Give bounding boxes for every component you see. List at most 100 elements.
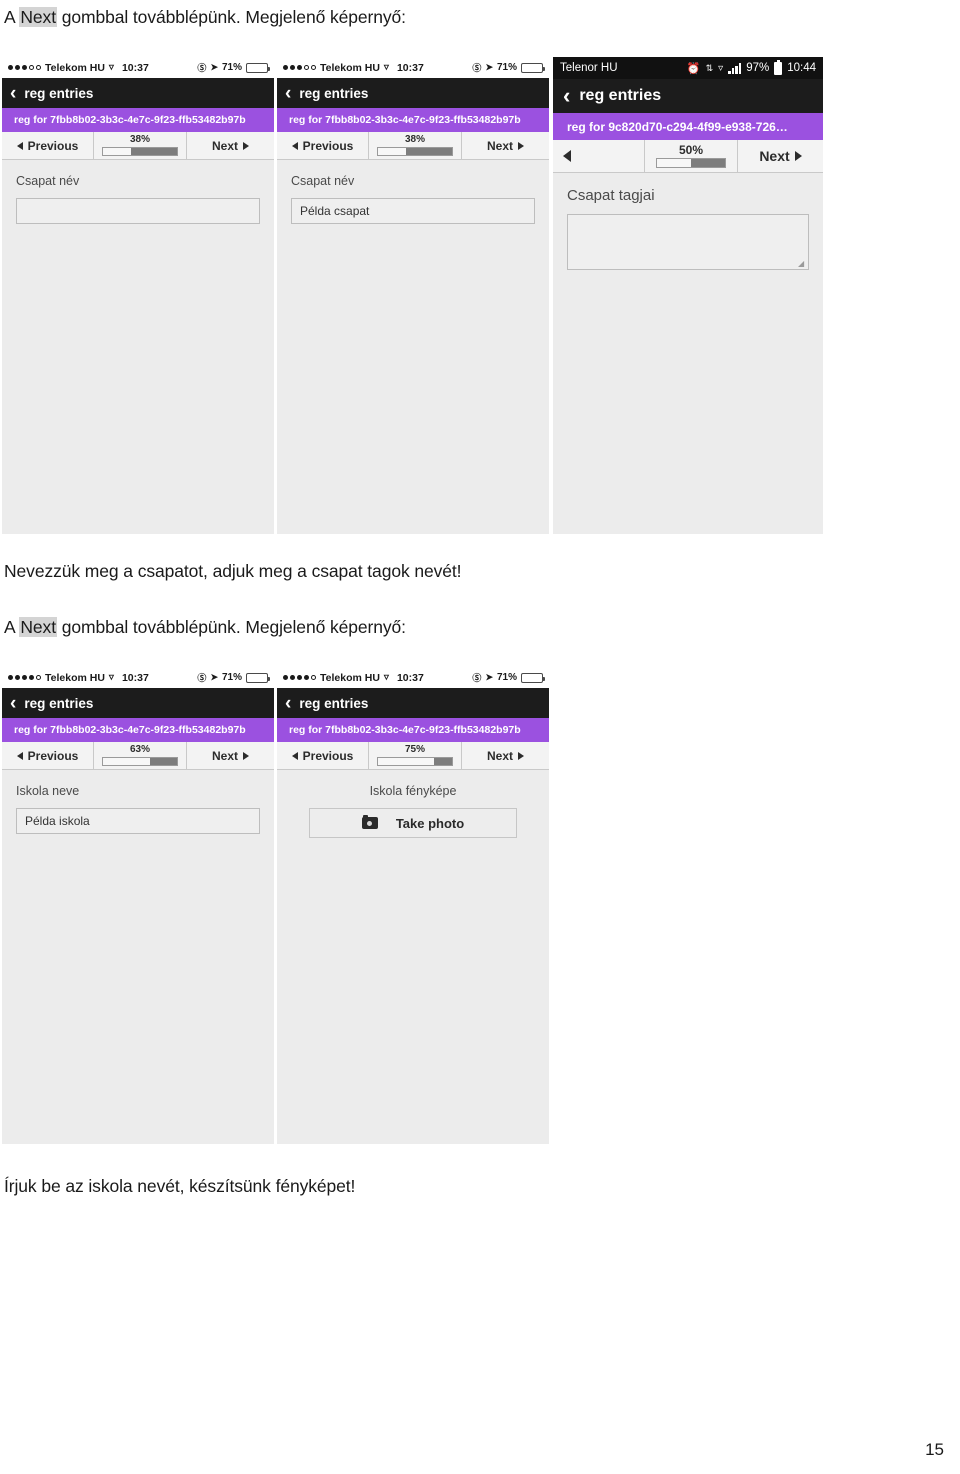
field-label: Iskola neve (16, 784, 80, 798)
app-navbar: ‹ reg entries (2, 688, 274, 718)
back-button[interactable]: ‹ (563, 85, 570, 107)
wifi-icon: ▿ (108, 672, 114, 683)
clock-label: 10:44 (787, 62, 816, 74)
app-navbar: ‹ reg entries (277, 78, 549, 108)
previous-button[interactable] (553, 140, 645, 172)
status-bar: Telekom HU ▿ 10:37 Ⓢ ➤ 71% (2, 57, 274, 78)
form-body: Csapat név Példa csapat (277, 160, 549, 224)
signal-dots-icon (283, 675, 316, 680)
progress-area: 63% (94, 742, 186, 769)
team-name-input[interactable]: Példa csapat (291, 198, 535, 224)
next-button[interactable]: Next (186, 132, 274, 159)
form-body: Iskola fényképe Take photo (277, 770, 549, 838)
progress-bar (377, 147, 453, 156)
triangle-right-icon (243, 141, 249, 150)
triangle-right-icon (518, 141, 524, 150)
wifi-icon: ▿ (383, 62, 389, 73)
wizard-toolbar: Previous 63% Next (2, 742, 274, 770)
progress-bar-fill (378, 148, 407, 155)
next-button[interactable]: Next (461, 742, 549, 769)
chevron-left-icon: ‹ (10, 692, 17, 714)
back-button[interactable]: ‹ (10, 694, 16, 713)
back-button[interactable]: ‹ (285, 84, 291, 103)
triangle-right-icon (518, 751, 524, 760)
triangle-left-icon (291, 141, 298, 150)
team-name-input[interactable] (16, 198, 260, 224)
signal-dots-icon (283, 65, 316, 70)
battery-percent-label: 71% (496, 672, 517, 683)
carrier-label: Telekom HU (45, 61, 105, 74)
previous-button[interactable]: Previous (277, 132, 369, 159)
battery-icon (521, 672, 545, 683)
field-label: Csapat tagjai (567, 187, 655, 204)
reg-banner: reg for 7fbb8b02-3b3c-4e7c-9f23-ffb53482… (2, 718, 274, 742)
chevron-left-icon: ‹ (285, 82, 292, 104)
triangle-left-icon (291, 751, 298, 760)
progress-percent-label: 50% (678, 143, 704, 157)
signal-bars-icon (728, 62, 742, 74)
previous-button[interactable]: Previous (2, 132, 94, 159)
next-button[interactable]: Next (461, 132, 549, 159)
battery-percent-label: 71% (221, 672, 242, 683)
next-button[interactable]: Next (737, 140, 823, 172)
navbar-title: reg entries (579, 87, 662, 104)
wizard-toolbar: Previous 38% Next (2, 132, 274, 160)
reg-banner: reg for 9c820d70-c294-4f99-e938-726… (553, 113, 823, 140)
camera-icon (361, 814, 378, 829)
status-bar: Telenor HU ⏰ ⇅ ▿ 97% 10:44 (553, 57, 823, 79)
progress-bar (377, 757, 453, 766)
battery-icon (246, 62, 270, 73)
triangle-left-icon (16, 751, 23, 760)
rotation-lock-icon: Ⓢ (472, 63, 482, 73)
field-label: Csapat név (291, 174, 355, 188)
rotation-lock-icon: Ⓢ (472, 673, 482, 683)
wizard-toolbar: 50% Next (553, 140, 823, 173)
wifi-icon: ▿ (383, 672, 389, 683)
progress-area: 38% (369, 132, 461, 159)
previous-label: Previous (302, 138, 354, 153)
carrier-label: Telekom HU (320, 671, 380, 684)
progress-percent-label: 38% (129, 134, 150, 145)
wifi-icon: ▿ (718, 62, 724, 74)
back-button[interactable]: ‹ (10, 84, 16, 103)
form-body: Iskola neve Példa iskola (2, 770, 274, 834)
screenshot-4: Telekom HU ▿ 10:37 Ⓢ ➤ 71% ‹ reg entries… (2, 667, 274, 1144)
triangle-left-icon (563, 150, 571, 162)
wifi-icon: ▿ (108, 62, 114, 73)
reg-banner: reg for 7fbb8b02-3b3c-4e7c-9f23-ffb53482… (277, 718, 549, 742)
clock-label: 10:37 (396, 61, 424, 74)
progress-bar (102, 147, 178, 156)
previous-button[interactable]: Previous (2, 742, 94, 769)
body-2-prefix: A (4, 617, 20, 637)
app-navbar: ‹ reg entries (2, 78, 274, 108)
carrier-label: Telekom HU (45, 671, 105, 684)
progress-percent-label: 38% (404, 134, 425, 145)
progress-bar-fill (103, 148, 132, 155)
next-button[interactable]: Next (186, 742, 274, 769)
progress-percent-label: 63% (129, 744, 150, 755)
screenshot-5: Telekom HU ▿ 10:37 Ⓢ ➤ 71% ‹ reg entries… (277, 667, 549, 1144)
take-photo-button[interactable]: Take photo (309, 808, 517, 838)
battery-icon (774, 59, 783, 75)
progress-area: 75% (369, 742, 461, 769)
previous-label: Previous (27, 748, 79, 763)
carrier-label: Telekom HU (320, 61, 380, 74)
team-members-textarea[interactable]: ◢ (567, 214, 809, 270)
body-paragraph-3: Írjuk be az iskola nevét, készítsünk fén… (4, 1176, 356, 1196)
app-navbar: ‹ reg entries (277, 688, 549, 718)
school-name-input[interactable]: Példa iskola (16, 808, 260, 834)
clock-label: 10:37 (121, 671, 149, 684)
navbar-title: reg entries (24, 85, 94, 101)
resize-grip-icon[interactable]: ◢ (798, 260, 806, 268)
navbar-title: reg entries (299, 695, 369, 711)
previous-button[interactable]: Previous (277, 742, 369, 769)
location-arrow-icon: ➤ (210, 672, 218, 682)
team-name-input-value: Példa csapat (300, 204, 370, 218)
previous-label: Previous (302, 748, 354, 763)
back-button[interactable]: ‹ (285, 694, 291, 713)
intro-top-prefix: A (4, 7, 20, 27)
clock-label: 10:37 (121, 61, 149, 74)
next-label: Next (486, 138, 513, 153)
reg-banner-text: reg for 7fbb8b02-3b3c-4e7c-9f23-ffb53482… (289, 724, 521, 736)
chevron-left-icon: ‹ (10, 82, 17, 104)
